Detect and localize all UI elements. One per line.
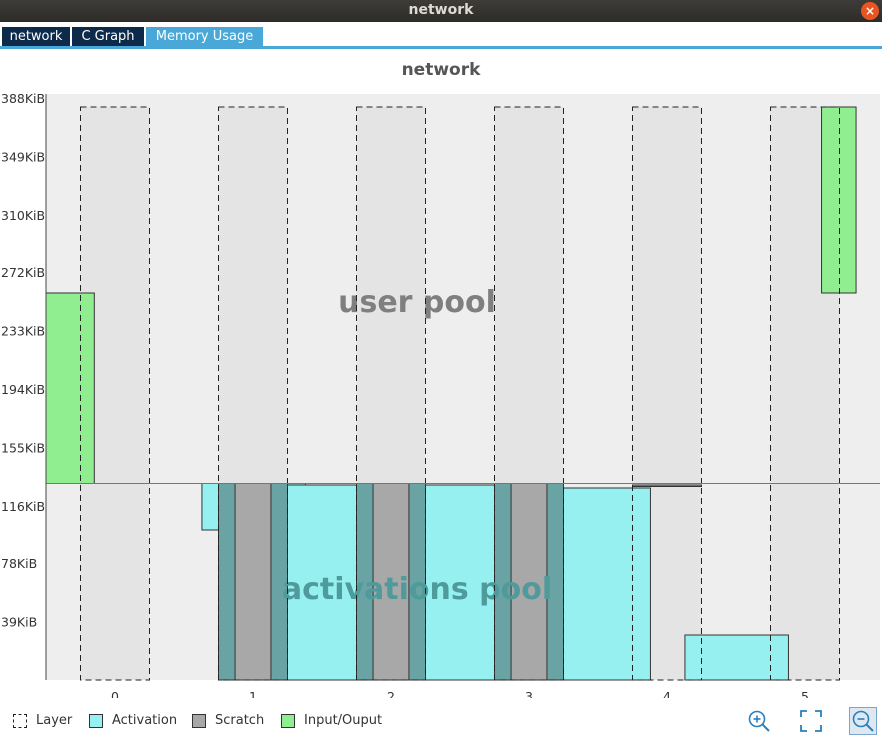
- window-title: network: [408, 2, 474, 18]
- zoom-in-icon[interactable]: [745, 707, 773, 735]
- legend-swatch-scratch: [192, 714, 206, 728]
- x-tick-label: 5: [801, 689, 809, 698]
- y-tick-label: 272KiB: [1, 265, 45, 280]
- y-tick-label: 349KiB: [1, 150, 45, 165]
- legend-swatch-layer: [13, 714, 27, 728]
- x-tick-label: 0: [111, 689, 119, 698]
- chart-title: network: [401, 60, 481, 80]
- y-tick-label: 39KiB: [1, 615, 37, 630]
- pool-label-activations: activations pool: [282, 572, 552, 607]
- window-titlebar: network ×: [0, 0, 882, 22]
- legend-label: Layer: [36, 713, 73, 728]
- legend-label: Scratch: [215, 713, 265, 728]
- x-tick-label: 1: [249, 689, 257, 698]
- legend-label: Activation: [112, 713, 178, 728]
- tab-bar: network C Graph Memory Usage: [0, 27, 882, 49]
- x-tick-label: 3: [525, 689, 533, 698]
- io-buffer: [45, 292, 95, 484]
- scratch-edge: [218, 483, 236, 681]
- fit-view-icon[interactable]: [797, 707, 825, 735]
- legend-label: Input/Ouput: [304, 713, 383, 728]
- y-tick-label: 194KiB: [1, 382, 45, 397]
- y-tick-label: 155KiB: [1, 441, 45, 456]
- activation-bar: [684, 634, 789, 681]
- legend-swatch-activation: [89, 714, 103, 728]
- x-tick-label: 2: [387, 689, 395, 698]
- tab-memory-usage[interactable]: Memory Usage: [146, 27, 263, 46]
- legend-swatch-io: [281, 714, 295, 728]
- close-button[interactable]: ×: [861, 2, 879, 20]
- zoom-out-icon[interactable]: [849, 707, 877, 735]
- y-tick-label: 310KiB: [1, 208, 45, 223]
- x-tick-label: 4: [663, 689, 671, 698]
- pool-label-user: user pool: [338, 285, 496, 320]
- y-tick-label: 388KiB: [1, 91, 45, 106]
- tab-c-graph[interactable]: C Graph: [72, 27, 144, 46]
- tab-network[interactable]: network: [2, 27, 70, 46]
- y-tick-label: 233KiB: [1, 324, 45, 339]
- activation-bar: [563, 487, 651, 681]
- y-tick-label: 116KiB: [1, 499, 45, 514]
- io-buffer: [821, 106, 857, 294]
- memory-chart: user poolactivations pool388KiB349KiB310…: [1, 91, 880, 698]
- y-tick-label: 78KiB: [1, 556, 37, 571]
- scratch-bar: [632, 484, 702, 487]
